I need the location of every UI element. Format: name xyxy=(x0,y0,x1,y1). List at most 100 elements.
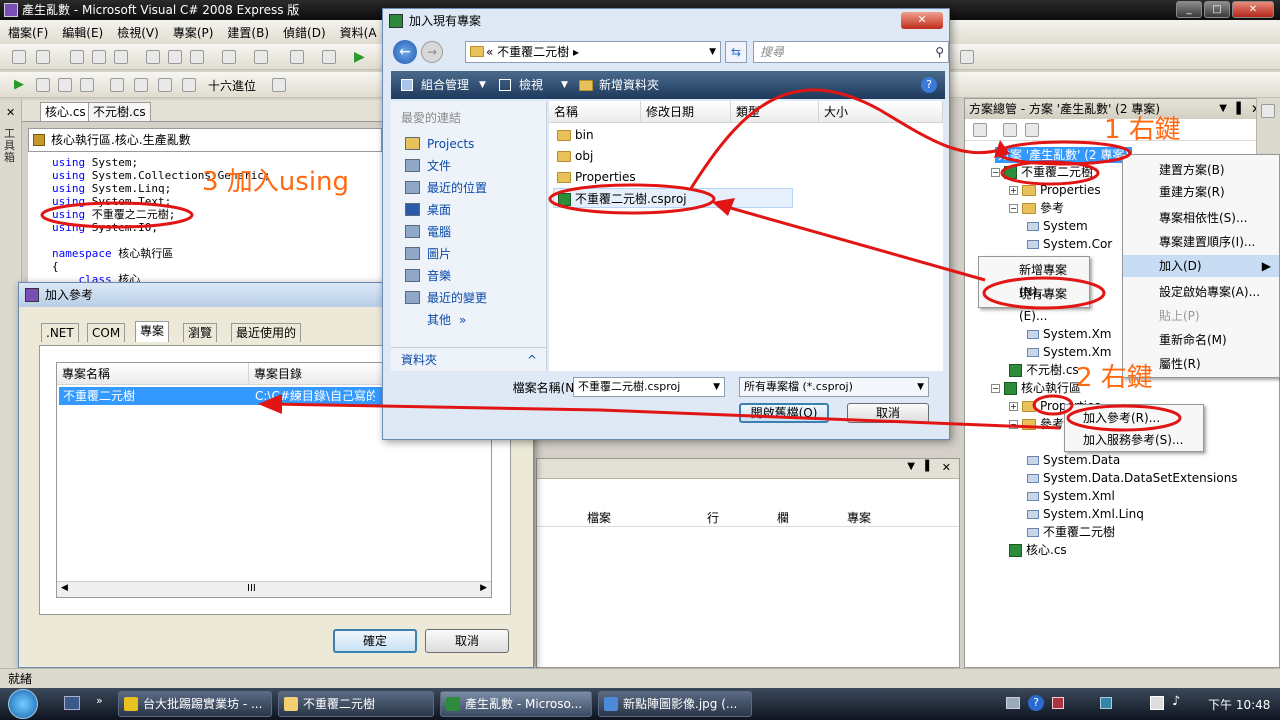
undo-icon[interactable] xyxy=(222,50,236,64)
menu-build[interactable]: 建置(B) xyxy=(227,24,269,41)
expander-icon[interactable]: − xyxy=(991,384,1000,393)
file-type-dropdown-icon[interactable]: ▼ xyxy=(917,378,924,396)
nav-item[interactable]: 其他 » xyxy=(391,309,547,331)
menu-rename[interactable]: 重新命名(M) xyxy=(1123,329,1279,351)
restart-icon[interactable] xyxy=(80,78,94,92)
organize-button[interactable]: 組合管理 xyxy=(421,71,469,99)
col-type[interactable]: 類型 xyxy=(731,101,819,123)
tree-solution-root[interactable]: 方案 '產生亂數' (2 專案) xyxy=(995,147,1133,163)
refresh-icon[interactable]: ⇆ xyxy=(725,41,747,63)
toolbox-tab[interactable]: 工具箱 xyxy=(4,128,18,164)
ok-button[interactable]: 確定 xyxy=(333,629,417,653)
open-icon[interactable] xyxy=(70,50,84,64)
col-project-name[interactable]: 專案名稱 xyxy=(57,363,249,385)
save-icon[interactable] xyxy=(92,50,106,64)
help-icon[interactable]: ? xyxy=(921,77,937,93)
maximize-button[interactable]: □ xyxy=(1204,1,1230,18)
file-type-select[interactable]: 所有專案檔 (*.csproj) ▼ xyxy=(739,377,929,397)
volume-icon[interactable]: ♪ xyxy=(1172,694,1180,709)
show-all-files-icon[interactable] xyxy=(1003,123,1017,137)
cut-icon[interactable] xyxy=(146,50,160,64)
help-tray-icon[interactable]: ? xyxy=(1028,695,1044,711)
redo-icon[interactable] xyxy=(254,50,268,64)
panel-dropdown-icon[interactable]: ▼ xyxy=(907,461,915,472)
view-dropdown-icon[interactable]: ▼ xyxy=(561,71,568,99)
horizontal-scrollbar[interactable]: ◀ III ▶ xyxy=(57,581,491,597)
copy-icon[interactable] xyxy=(168,50,182,64)
cancel-button[interactable]: 取消 xyxy=(425,629,509,653)
stop-icon[interactable] xyxy=(58,78,72,92)
hex-toggle-button[interactable]: 十六進位 xyxy=(208,77,256,94)
panel-close-icon[interactable]: ✕ xyxy=(942,461,951,474)
tree-node[interactable]: System.Xml.Linq xyxy=(1027,505,1144,523)
expander-icon[interactable]: + xyxy=(1009,402,1018,411)
panel-pin-icon[interactable]: ▌ xyxy=(925,461,933,472)
start-debug-icon[interactable]: ▶ xyxy=(354,49,365,65)
menu-project-dependencies[interactable]: 專案相依性(S)... xyxy=(1123,207,1279,229)
pin-icon[interactable]: ✕ xyxy=(6,106,15,119)
menu-edit[interactable]: 編輯(E) xyxy=(62,24,103,41)
save-all-icon[interactable] xyxy=(114,50,128,64)
tree-node[interactable]: System.Xml xyxy=(1027,487,1115,505)
dialog-close-button[interactable]: ✕ xyxy=(901,12,943,29)
menu-file[interactable]: 檔案(F) xyxy=(8,24,48,41)
col-name[interactable]: 名稱 xyxy=(549,101,641,123)
tree-node[interactable]: System xyxy=(1027,217,1088,235)
tree-node[interactable]: 核心.cs xyxy=(1009,541,1067,559)
nav-item[interactable]: 音樂 xyxy=(391,265,547,287)
col-column[interactable]: 欄 xyxy=(777,509,789,526)
start-orb-icon[interactable] xyxy=(8,689,38,719)
file-list[interactable]: 名稱 修改日期 類型 大小 bin obj Properties 不重覆二元樹.csp… xyxy=(549,101,943,371)
nav-item[interactable]: 圖片 xyxy=(391,243,547,265)
bluetooth-icon[interactable] xyxy=(1100,697,1112,709)
view-button[interactable]: 檢視 xyxy=(519,71,543,99)
paste-icon[interactable] xyxy=(190,50,204,64)
file-item[interactable]: bin xyxy=(553,125,673,145)
network-icon[interactable] xyxy=(1150,696,1164,710)
step-into-icon[interactable] xyxy=(134,78,148,92)
menu-paste[interactable]: 貼上(P) xyxy=(1123,305,1279,327)
search-input[interactable]: 搜尋 ⚲ xyxy=(753,41,949,63)
tree-node[interactable]: System.Xm xyxy=(1027,325,1111,343)
expander-icon[interactable]: − xyxy=(1009,204,1018,213)
minimize-button[interactable]: _ xyxy=(1176,1,1202,18)
keyboard-icon[interactable] xyxy=(1006,697,1020,709)
task-paint[interactable]: 新點陣圖影像.jpg (... xyxy=(598,691,752,717)
menu-data[interactable]: 資料(A xyxy=(340,24,377,41)
file-item[interactable]: obj xyxy=(553,146,673,166)
menu-build-solution[interactable]: 建置方案(B) xyxy=(1123,159,1279,181)
forward-icon[interactable]: → xyxy=(421,41,443,63)
expander-icon[interactable]: − xyxy=(1009,420,1018,429)
se-pin-icon[interactable]: ▌ xyxy=(1237,99,1245,119)
tray-app-icon[interactable] xyxy=(1052,697,1064,709)
tree-node[interactable]: System.Cor xyxy=(1027,235,1112,253)
task-ptt[interactable]: 台大批踢踢實業坊 - ... xyxy=(118,691,272,717)
tree-node[interactable]: − 參考 xyxy=(1009,199,1064,217)
tree-node[interactable]: System.Data xyxy=(1027,451,1120,469)
search-icon[interactable]: ⚲ xyxy=(935,42,944,62)
step-out-icon[interactable] xyxy=(182,78,196,92)
quicklaunch-more-icon[interactable]: » xyxy=(96,694,103,707)
task-vs[interactable]: 產生亂數 - Microso... xyxy=(440,691,592,717)
col-project[interactable]: 專案 xyxy=(847,509,871,526)
nav-item[interactable]: 桌面 xyxy=(391,199,547,221)
tab-com[interactable]: COM xyxy=(87,323,126,342)
task-tree[interactable]: 不重覆二元樹 xyxy=(278,691,434,717)
nav-item[interactable]: 文件 xyxy=(391,155,547,177)
step-over-icon[interactable] xyxy=(158,78,172,92)
tree-node[interactable]: 不元樹.cs xyxy=(1009,361,1079,379)
menu-add-reference[interactable]: 加入參考(R)... xyxy=(1065,407,1203,429)
se-dropdown-icon[interactable]: ▼ xyxy=(1219,99,1227,119)
new-project-icon[interactable] xyxy=(12,50,26,64)
tree-node[interactable]: System.Xm xyxy=(1027,343,1111,361)
menu-existing-project[interactable]: 現有專案(E)... xyxy=(979,283,1089,323)
menu-view[interactable]: 檢視(V) xyxy=(117,24,159,41)
clock[interactable]: 下午 10:48 xyxy=(1208,696,1270,713)
tab-browse[interactable]: 瀏覽 xyxy=(183,323,218,342)
nav-item[interactable]: 最近的變更 xyxy=(391,287,547,309)
organize-dropdown-icon[interactable]: ▼ xyxy=(479,71,486,99)
menu-startup-projects[interactable]: 設定啟始專案(A)... xyxy=(1123,281,1279,303)
nav-item[interactable]: 電腦 xyxy=(391,221,547,243)
scroll-right-icon[interactable]: ▶ xyxy=(480,583,487,593)
tab-recent[interactable]: 最近使用的 xyxy=(231,323,302,342)
